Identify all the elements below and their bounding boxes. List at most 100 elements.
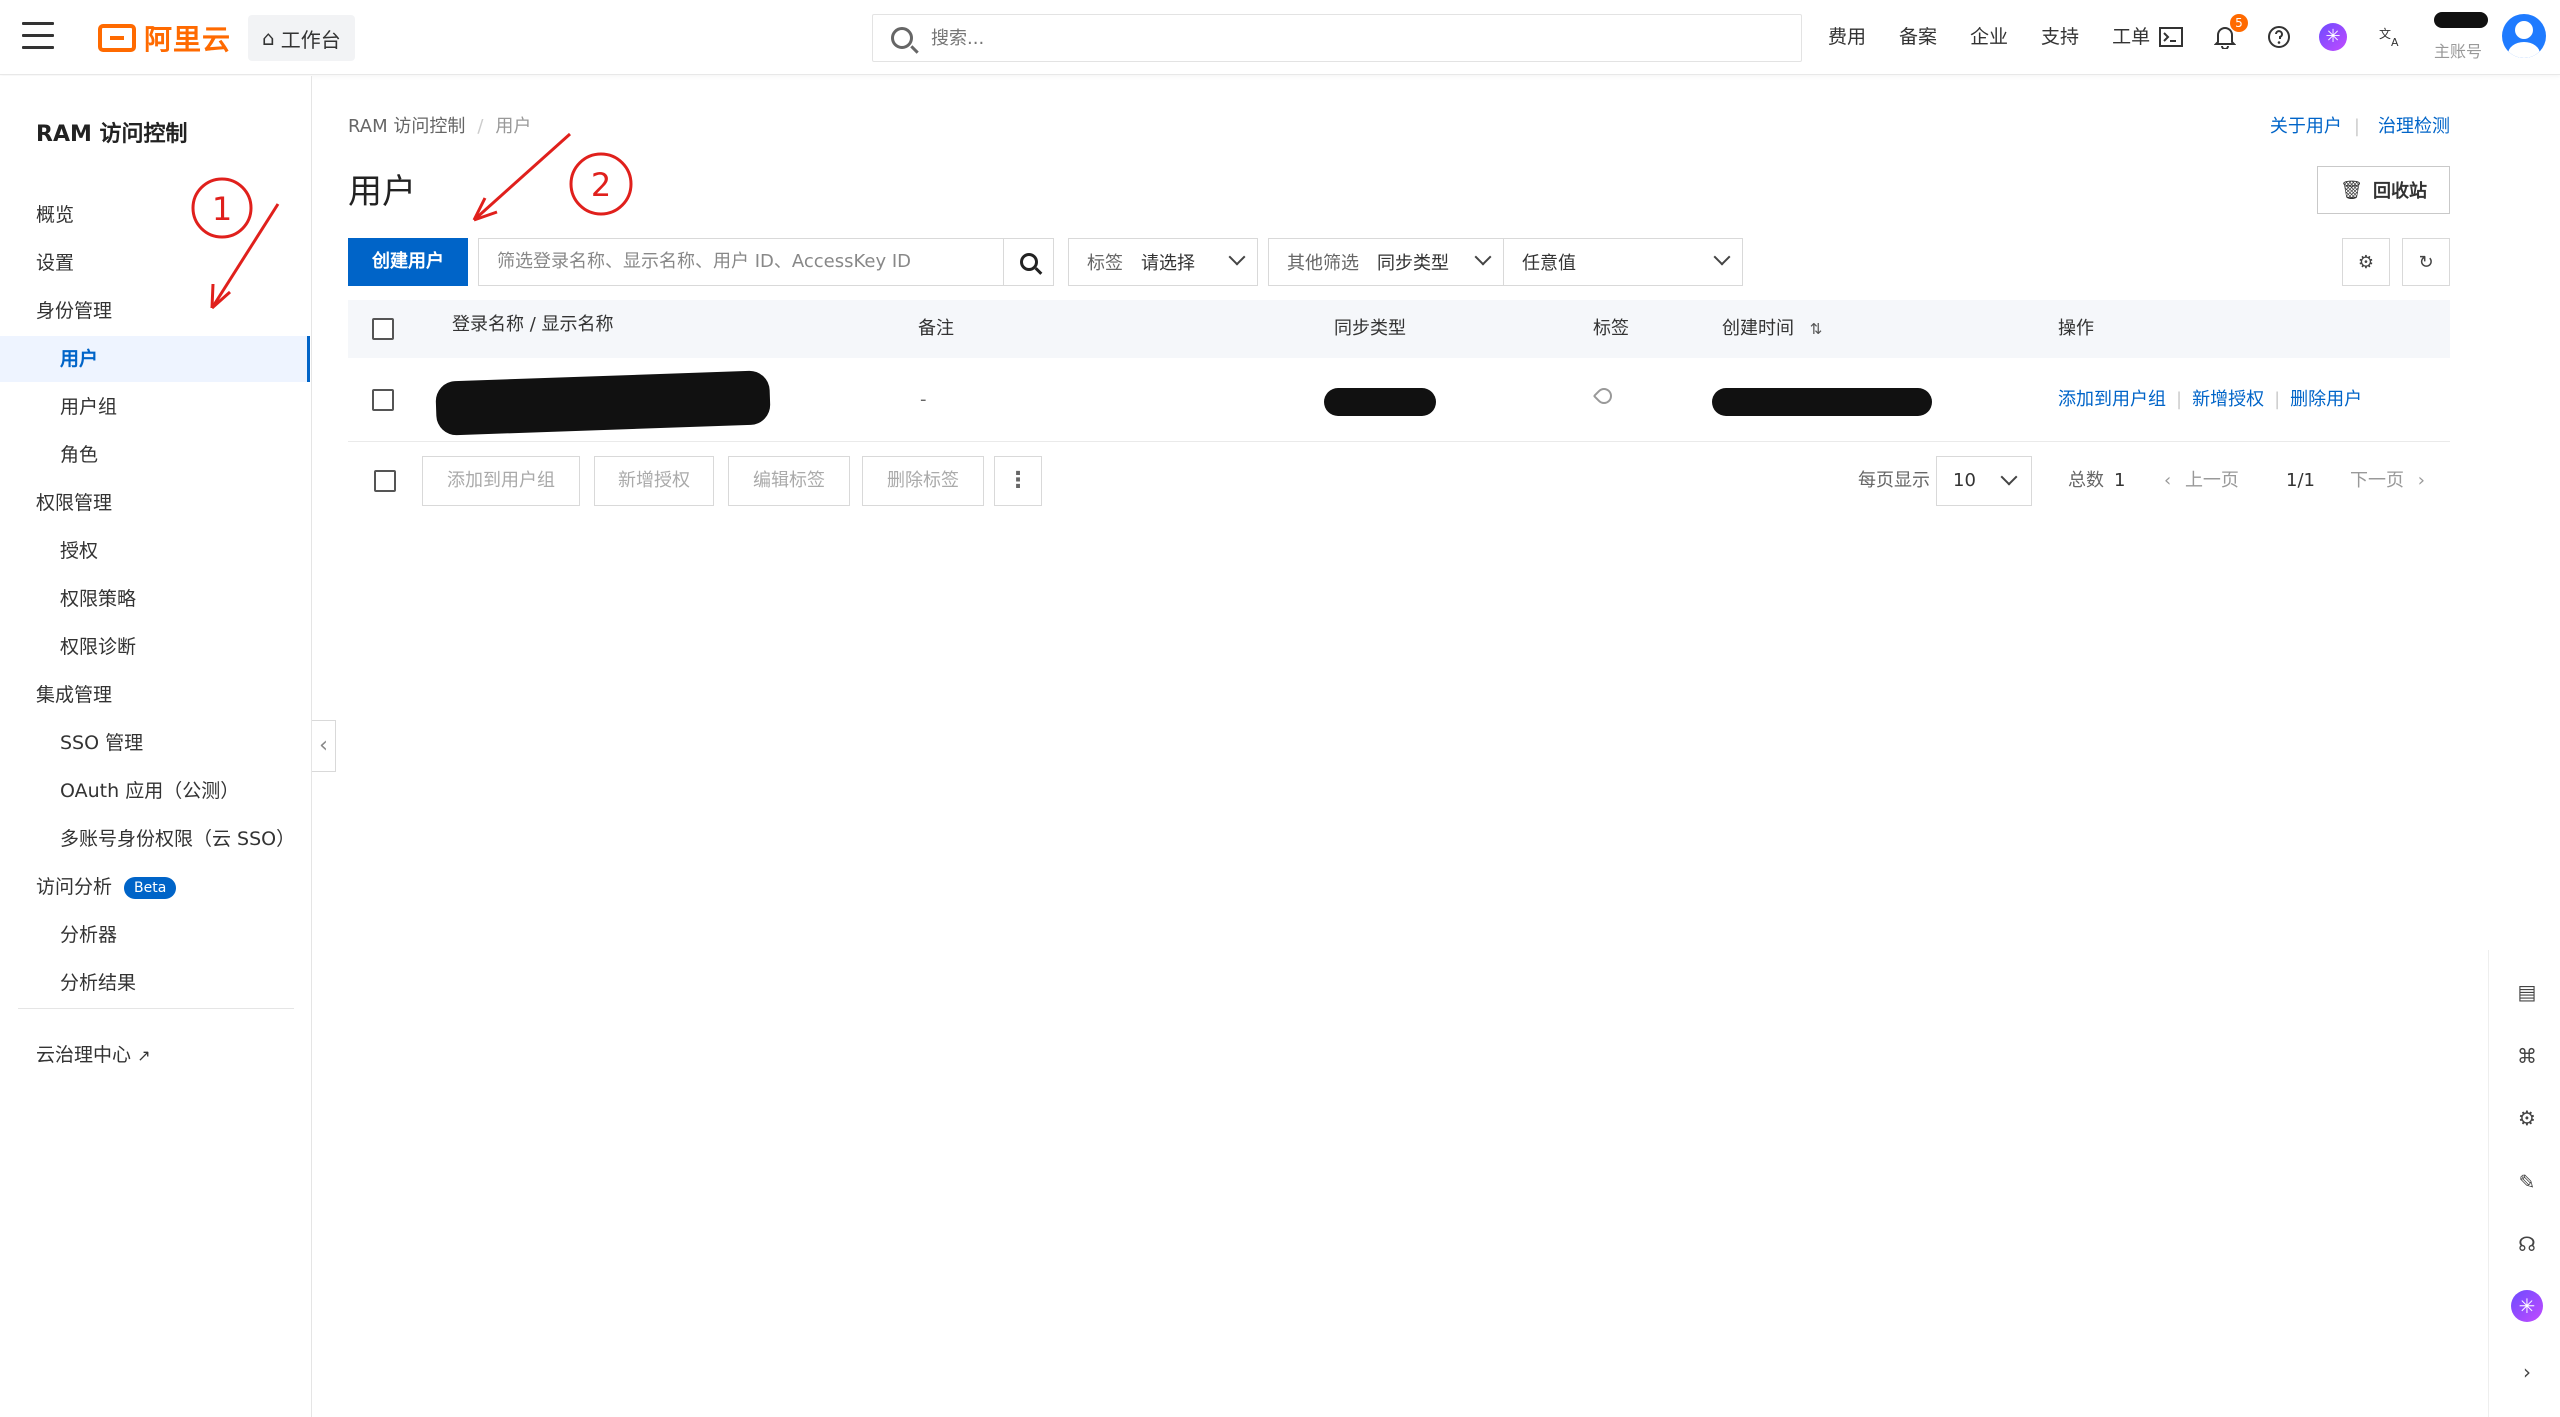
nav-enterprise[interactable]: 企业 [1970, 22, 2008, 49]
notification-bell-icon[interactable]: 5 [2210, 14, 2248, 52]
external-link-icon: ↗ [137, 1046, 151, 1065]
right-tool-rail: ▤ ⌘ ⚙ ✎ ☊ ✳ › [2488, 950, 2560, 1417]
global-search-input[interactable] [931, 27, 1731, 49]
add-permission-link[interactable]: 新增授权 [2192, 389, 2264, 410]
row-checkbox[interactable] [372, 389, 394, 411]
sidebar-item-label: 用户 [60, 348, 99, 370]
top-bar: 阿里云 ⌂ 工作台 费用 备案 企业 支持 工单 5 ✳ 文A 主账号 [0, 0, 2560, 75]
sidebar-item-sso[interactable]: SSO 管理 [0, 720, 310, 766]
chevron-down-icon [1228, 248, 1246, 266]
sidebar-item-grants[interactable]: 授权 [0, 528, 310, 574]
ai-assistant-icon[interactable]: ✳ [2511, 1290, 2543, 1322]
breadcrumb: RAM 访问控制 / 用户 [348, 116, 532, 137]
page-size-select[interactable]: 10 [1936, 456, 2032, 506]
sidebar-item-integration[interactable]: 集成管理 [0, 672, 310, 718]
tag-filter-value: 请选择 [1141, 253, 1195, 274]
bulk-edit-tags-button[interactable]: 编辑标签 [728, 456, 850, 506]
redacted-login-name[interactable] [435, 370, 771, 436]
user-search[interactable]: 筛选登录名称、显示名称、用户 ID、AccessKey ID [478, 238, 1054, 286]
refresh-button[interactable]: ↻ [2402, 238, 2450, 286]
api-icon[interactable]: ⌘ [2515, 1044, 2539, 1068]
footer-select-all-checkbox[interactable] [374, 470, 396, 492]
governance-check-link[interactable]: 治理检测 [2378, 116, 2450, 137]
sidebar-item-user-groups[interactable]: 用户组 [0, 384, 310, 430]
edit-icon[interactable]: ✎ [2515, 1170, 2539, 1194]
sidebar-item-overview[interactable]: 概览 [0, 192, 310, 238]
next-page-button[interactable]: 下一页 › [2350, 456, 2425, 506]
sidebar-item-users[interactable]: 用户 [0, 336, 310, 382]
notification-badge: 5 [2230, 14, 2248, 32]
headset-icon[interactable]: ☊ [2515, 1232, 2539, 1256]
tag-icon[interactable] [1592, 384, 1616, 408]
sidebar-item-access-analysis[interactable]: 访问分析 Beta [0, 864, 310, 910]
nav-tickets[interactable]: 工单 [2112, 22, 2150, 49]
sidebar-title: RAM 访问控制 [36, 122, 188, 147]
gear-icon: ⚙ [2357, 251, 2375, 273]
terminal-icon[interactable] [2156, 22, 2186, 52]
create-user-button[interactable]: 创建用户 [348, 238, 468, 286]
sidebar-link-governance[interactable]: 云治理中心 ↗ [0, 1032, 310, 1078]
sidebar-item-cloud-sso[interactable]: 多账号身份权限（云 SSO） [0, 816, 310, 862]
tag-filter-label: 标签 [1087, 253, 1123, 274]
search-icon [1019, 253, 1038, 271]
sidebar-item-analyzer[interactable]: 分析器 [0, 912, 310, 958]
settings-button[interactable]: ⚙ [2342, 238, 2390, 286]
search-icon [891, 27, 913, 49]
language-icon[interactable]: 文A [2376, 22, 2406, 52]
about-users-link[interactable]: 关于用户 [2270, 116, 2342, 137]
global-search[interactable] [872, 14, 1802, 62]
chevron-right-icon[interactable]: › [2515, 1360, 2539, 1384]
bulk-add-to-group-button[interactable]: 添加到用户组 [422, 456, 580, 506]
sidebar-item-roles[interactable]: 角色 [0, 432, 310, 478]
ai-assistant-icon[interactable]: ✳ [2318, 22, 2348, 52]
sidebar-item-diagnosis[interactable]: 权限诊断 [0, 624, 310, 670]
user-search-input[interactable]: 筛选登录名称、显示名称、用户 ID、AccessKey ID [479, 239, 1003, 285]
nav-billing[interactable]: 费用 [1828, 22, 1866, 49]
brand-logo[interactable]: 阿里云 [98, 20, 231, 56]
sidebar-item-policies[interactable]: 权限策略 [0, 576, 310, 622]
trash-icon: 🗑 [2340, 179, 2363, 201]
col-created-time[interactable]: 创建时间 ⇅ [1722, 300, 1822, 358]
row-actions: 添加到用户组 | 新增授权 | 删除用户 [2058, 389, 2363, 410]
document-icon[interactable]: ▤ [2515, 980, 2539, 1004]
sidebar-item-permissions[interactable]: 权限管理 [0, 480, 310, 526]
tag-filter-select[interactable]: 标签 请选择 [1068, 238, 1258, 286]
sidebar-item-settings[interactable]: 设置 [0, 240, 310, 286]
nav-icp[interactable]: 备案 [1899, 22, 1937, 49]
chevron-down-icon [2000, 468, 2018, 486]
add-to-group-link[interactable]: 添加到用户组 [2058, 389, 2166, 410]
select-all-checkbox[interactable] [372, 318, 394, 340]
nav-support[interactable]: 支持 [2041, 22, 2079, 49]
delete-user-link[interactable]: 删除用户 [2290, 389, 2362, 410]
recycle-bin-button[interactable]: 🗑 回收站 [2317, 166, 2450, 214]
account-menu[interactable]: 主账号 [2434, 12, 2490, 62]
prev-page-button[interactable]: ‹ 上一页 [2164, 456, 2239, 506]
sidebar-item-analysis-results[interactable]: 分析结果 [0, 960, 310, 1006]
gear-icon[interactable]: ⚙ [2515, 1106, 2539, 1130]
col-created-time-label: 创建时间 [1722, 318, 1794, 339]
table-footer: 添加到用户组 新增授权 编辑标签 删除标签 ⋮ 每页显示 10 总数 1 ‹ 上… [348, 456, 2450, 506]
other-filter-value: 同步类型 [1377, 253, 1449, 274]
bulk-add-permission-button[interactable]: 新增授权 [594, 456, 714, 506]
other-filter-select[interactable]: 其他筛选 同步类型 [1268, 238, 1504, 286]
filter-value-select[interactable]: 任意值 [1503, 238, 1743, 286]
menu-icon[interactable] [22, 22, 54, 52]
sidebar-item-identity[interactable]: 身份管理 [0, 288, 310, 334]
page-links: 关于用户 | 治理检测 [2269, 116, 2450, 137]
breadcrumb-root[interactable]: RAM 访问控制 [348, 116, 465, 137]
chevron-left-icon: ‹ [2164, 470, 2172, 491]
sidebar-item-label: 权限诊断 [60, 636, 137, 658]
sort-icon[interactable]: ⇅ [1810, 320, 1823, 338]
bulk-delete-tags-button[interactable]: 删除标签 [862, 456, 984, 506]
help-icon[interactable] [2264, 22, 2294, 52]
sidebar-item-label: 角色 [60, 444, 99, 466]
sidebar-item-oauth[interactable]: OAuth 应用（公测） [0, 768, 310, 814]
search-button[interactable] [1003, 239, 1053, 285]
account-type-label: 主账号 [2434, 42, 2483, 61]
redacted-account-name [2434, 12, 2488, 28]
avatar[interactable] [2502, 14, 2546, 58]
workbench-button[interactable]: ⌂ 工作台 [248, 15, 355, 61]
sidebar-item-label: 分析结果 [60, 972, 137, 994]
more-actions-button[interactable]: ⋮ [994, 456, 1042, 506]
sidebar-collapse-button[interactable]: ‹ [312, 720, 336, 772]
